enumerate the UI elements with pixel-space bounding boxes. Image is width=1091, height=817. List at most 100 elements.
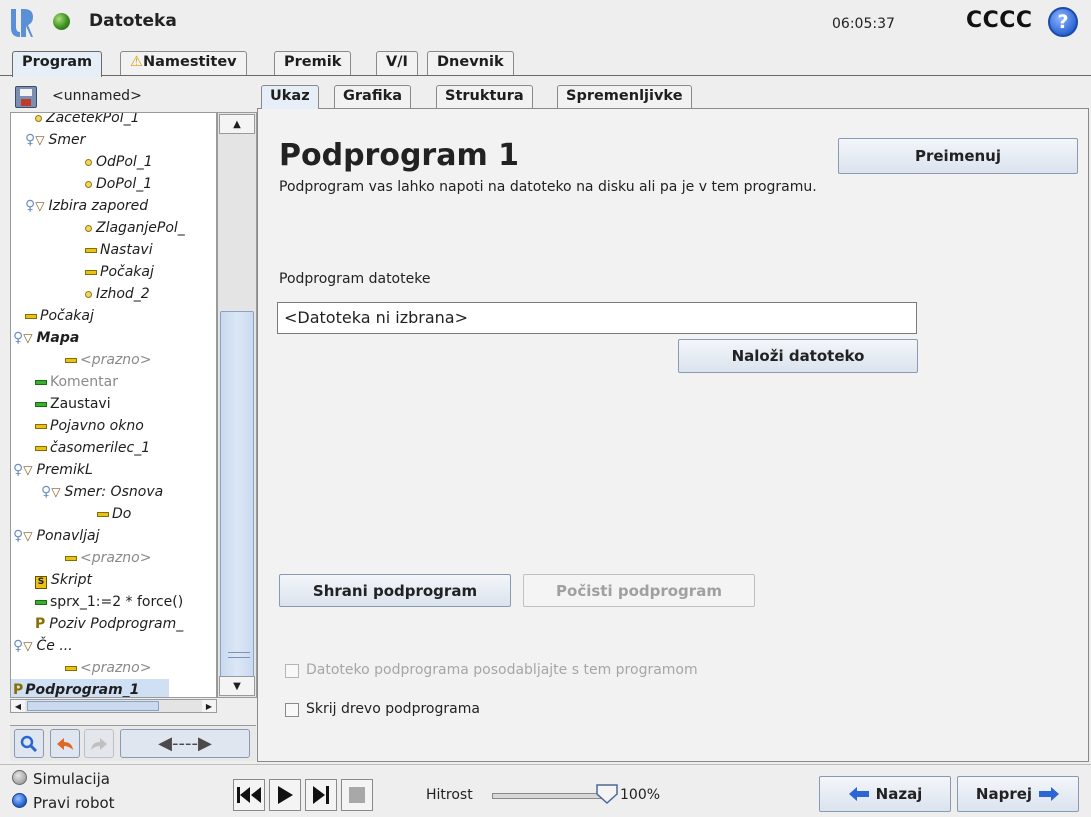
scroll-thumb[interactable] bbox=[220, 311, 254, 683]
command-icon bbox=[85, 247, 97, 253]
tree-node[interactable]: Počakaj bbox=[25, 305, 94, 327]
tab-premik[interactable]: Premik bbox=[274, 51, 352, 75]
tree-node[interactable]: P Poziv Podprogram_ bbox=[35, 613, 183, 635]
tree-node-label: Izhod_2 bbox=[96, 286, 150, 302]
tab-ukaz[interactable]: Ukaz bbox=[261, 85, 319, 109]
tree-toolbar: ◀----▶ bbox=[10, 725, 256, 761]
rewind-button[interactable] bbox=[233, 779, 265, 811]
tree-node[interactable]: <prazno> bbox=[65, 657, 151, 679]
tree-node[interactable]: časomerilec_1 bbox=[35, 437, 150, 459]
page-title: Podprogram 1 bbox=[279, 138, 520, 173]
assignment-icon bbox=[35, 599, 47, 605]
tab-struktura[interactable]: Struktura bbox=[436, 85, 533, 109]
tree-node[interactable]: ZlaganjePol_ bbox=[85, 217, 185, 239]
save-subprogram-button[interactable]: Shrani podprogram bbox=[279, 574, 511, 607]
tree-node-label: ZacetekPol_1 bbox=[46, 112, 140, 126]
back-button[interactable]: Nazaj bbox=[819, 776, 951, 812]
keep-updated-checkbox[interactable] bbox=[285, 664, 299, 678]
robot-status-icon bbox=[53, 13, 70, 30]
clear-subprogram-button[interactable]: Počisti podprogram bbox=[523, 574, 755, 607]
connector-icon: ♀ bbox=[41, 484, 52, 500]
speed-slider-handle[interactable] bbox=[596, 783, 618, 805]
redo-icon[interactable] bbox=[84, 729, 114, 758]
tree-node-label: <prazno> bbox=[80, 660, 152, 676]
play-button[interactable] bbox=[269, 779, 301, 811]
file-title: Datoteka bbox=[89, 11, 177, 31]
tree-horizontal-scrollbar[interactable]: ◀ ▶ bbox=[10, 699, 217, 713]
tab-dnevnik[interactable]: Dnevnik bbox=[427, 51, 514, 75]
speed-slider[interactable] bbox=[492, 793, 602, 799]
tab-program-label: Program bbox=[22, 54, 93, 70]
help-icon[interactable]: ? bbox=[1048, 7, 1078, 37]
tree-node[interactable]: ♀▽ PremikL bbox=[13, 459, 93, 481]
tab-spremenljivke[interactable]: Spremenljivke bbox=[557, 85, 692, 109]
tree-vertical-scrollbar[interactable]: ▲ ▼ bbox=[217, 112, 257, 698]
load-file-button[interactable]: Naloži datoteko bbox=[678, 339, 918, 373]
tree-node[interactable]: ♀▽ Izbira zapored bbox=[25, 195, 148, 217]
scroll-down-icon[interactable]: ▼ bbox=[219, 676, 255, 696]
back-button-label: Nazaj bbox=[875, 785, 923, 803]
move-node-button[interactable]: ◀----▶ bbox=[120, 729, 250, 758]
expand-triangle-icon: ▽ bbox=[23, 529, 33, 543]
tree-node[interactable]: ♀▽ Mapa bbox=[13, 327, 79, 349]
connector-icon: ♀ bbox=[25, 132, 36, 148]
tree-node-label: DoPol_1 bbox=[96, 176, 153, 192]
tree-node[interactable]: ZacetekPol_1 bbox=[35, 112, 140, 129]
connector-icon: ♀ bbox=[13, 462, 24, 478]
scroll-left-icon[interactable]: ◀ bbox=[11, 700, 25, 712]
scroll-up-icon[interactable]: ▲ bbox=[219, 114, 255, 134]
simulation-label: Simulacija bbox=[33, 770, 110, 788]
tree-node[interactable]: S Skript bbox=[35, 569, 92, 591]
tree-node[interactable]: <prazno> bbox=[65, 547, 151, 569]
tree-node[interactable]: Zaustavi bbox=[35, 393, 111, 415]
tree-node-label: <prazno> bbox=[80, 550, 152, 566]
hide-tree-checkbox[interactable] bbox=[285, 703, 299, 717]
hide-tree-label: Skrij drevo podprograma bbox=[306, 701, 480, 717]
step-forward-button[interactable] bbox=[305, 779, 337, 811]
tree-node[interactable]: DoPol_1 bbox=[85, 173, 152, 195]
rename-button[interactable]: Preimenuj bbox=[838, 138, 1078, 174]
tree-node[interactable]: OdPol_1 bbox=[85, 151, 153, 173]
tab-ukaz-label: Ukaz bbox=[270, 88, 310, 104]
tree-node[interactable]: ♀▽ Smer bbox=[25, 129, 85, 151]
save-disk-icon[interactable] bbox=[15, 86, 37, 108]
tree-node-selected[interactable]: P Podprogram_1 bbox=[11, 679, 169, 697]
scroll-right-icon[interactable]: ▶ bbox=[202, 700, 216, 712]
tree-node[interactable]: Nastavi bbox=[85, 239, 153, 261]
tree-node[interactable]: Do bbox=[97, 503, 131, 525]
stop-icon bbox=[35, 401, 47, 407]
next-button[interactable]: Naprej bbox=[957, 776, 1079, 812]
tree-node[interactable]: ♀▽ Ponavljaj bbox=[13, 525, 100, 547]
tree-node[interactable]: Pojavno okno bbox=[35, 415, 144, 437]
tree-node[interactable]: Počakaj bbox=[85, 261, 154, 283]
tree-node[interactable]: Izhod_2 bbox=[85, 283, 150, 305]
tab-vi-label: V/I bbox=[386, 54, 408, 70]
subprogram-description: Podprogram vas lahko napoti na datoteko … bbox=[279, 179, 817, 195]
program-tree[interactable]: ZacetekPol_1 ♀▽ Smer OdPol_1 DoPol_1 ♀▽ Iz… bbox=[10, 112, 217, 698]
expand-triangle-icon: ▽ bbox=[23, 639, 33, 653]
tab-namestitev[interactable]: ⚠Namestitev bbox=[120, 51, 247, 75]
speed-label: Hitrost bbox=[426, 787, 473, 803]
tree-node-label: Smer: Osnova bbox=[64, 484, 164, 500]
waypoint-icon bbox=[85, 224, 92, 232]
scroll-grip bbox=[228, 652, 250, 658]
undo-icon[interactable] bbox=[50, 729, 80, 758]
tree-node[interactable]: Komentar bbox=[35, 371, 118, 393]
real-robot-radio[interactable] bbox=[12, 793, 27, 808]
tab-program[interactable]: Program bbox=[12, 51, 103, 77]
subprogram-file-field[interactable]: <Datoteka ni izbrana> bbox=[277, 302, 917, 334]
tree-node[interactable]: sprx_1:=2 * force() bbox=[35, 591, 183, 613]
scroll-thumb-horizontal[interactable] bbox=[27, 701, 159, 711]
tab-grafika[interactable]: Grafika bbox=[334, 85, 412, 109]
stop-button[interactable] bbox=[341, 779, 373, 811]
tab-vi[interactable]: V/I bbox=[376, 51, 418, 75]
tree-node[interactable]: ♀▽ Smer: Osnova bbox=[41, 481, 163, 503]
simulation-radio[interactable] bbox=[12, 770, 27, 785]
search-icon[interactable] bbox=[14, 729, 44, 758]
waypoint-icon bbox=[85, 180, 92, 188]
stop-icon bbox=[349, 787, 365, 803]
tree-node-label: OdPol_1 bbox=[96, 154, 153, 170]
tree-node[interactable]: <prazno> bbox=[65, 349, 151, 371]
expand-triangle-icon: ▽ bbox=[23, 463, 33, 477]
tree-node[interactable]: ♀▽ Če ... bbox=[13, 635, 73, 657]
